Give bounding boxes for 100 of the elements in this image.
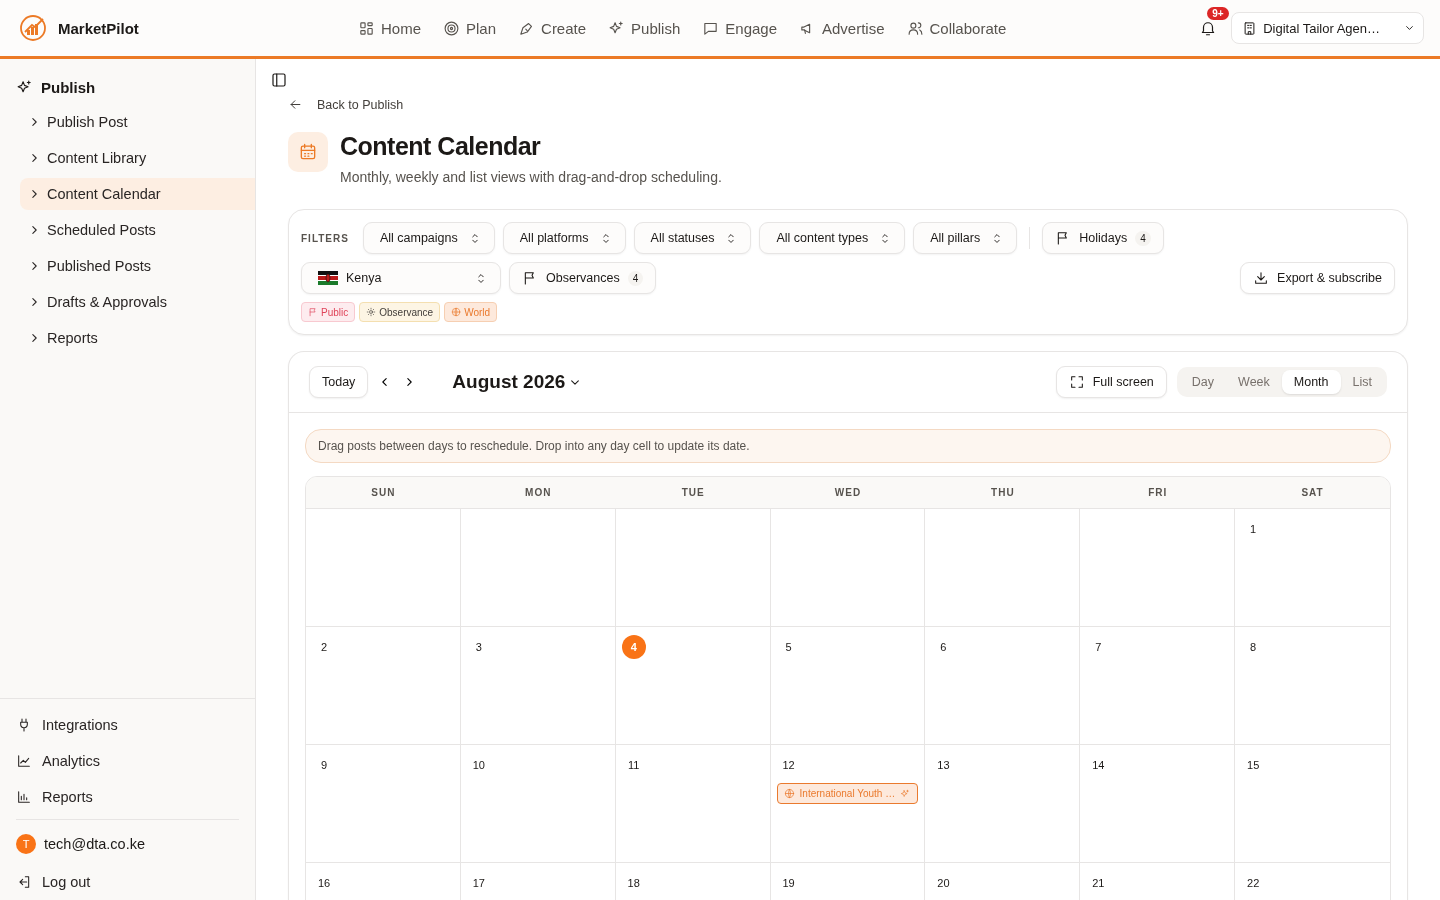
day-cell[interactable]: 16 [306,863,461,900]
globe-icon [783,788,795,799]
legend-tag: World [444,302,498,322]
notification-badge: 9+ [1207,7,1229,20]
sidebar-item[interactable]: Analytics [16,743,239,779]
workspace-selector[interactable]: Digital Tailor Agen… [1231,12,1424,44]
day-cell[interactable]: 9 [306,745,461,863]
day-cell[interactable]: 21 [1080,863,1236,900]
sidebar-item[interactable]: Reports [16,779,239,815]
day-number: 8 [1249,640,1258,655]
country-select[interactable]: Kenya [301,262,501,294]
day-cell[interactable]: 19 [770,863,926,900]
day-cell[interactable] [770,509,926,627]
arrow-left-icon [288,97,303,112]
filter-select[interactable]: All content types [759,222,906,254]
users-icon [906,19,924,37]
info-banner: Drag posts between days to reschedule. Drop into any day cell to update its date. [305,429,1391,463]
filter-select[interactable]: All pillars [913,222,1018,254]
day-number: 22 [1246,876,1261,891]
day-cell[interactable]: 18 [615,863,771,900]
day-number: 14 [1091,758,1106,773]
view-tab[interactable]: Month [1281,370,1341,394]
day-cell[interactable]: 20 [925,863,1081,900]
holidays-toggle[interactable]: Holidays 4 [1042,222,1164,254]
sidebar-item[interactable]: Content Library [20,142,255,174]
view-tab[interactable]: List [1340,370,1384,394]
section-title: Publish [41,79,96,96]
nav-link[interactable]: Create [518,19,587,37]
sidebar-item[interactable]: Publish Post [20,106,255,138]
sparkle-icon [900,788,911,799]
nav-link[interactable]: Engage [702,19,777,37]
user-email: tech@dta.co.ke [44,836,145,852]
filter-select[interactable]: All platforms [502,222,626,254]
month-picker[interactable]: August 2026 [446,370,586,394]
day-cell[interactable]: 12 International Youth … [770,745,926,863]
day-cell[interactable]: 14 [1080,745,1236,863]
day-number: 12 [781,758,796,773]
day-cell[interactable]: 6 [925,627,1081,745]
chevron-right-icon [407,378,413,386]
weekday-header: SUN [370,486,397,500]
fullscreen-button[interactable]: Full screen [1055,366,1167,398]
day-cell[interactable]: 8 [1235,627,1390,745]
day-cell[interactable] [925,509,1081,627]
chevron-right-icon [32,334,37,342]
sidebar-item[interactable]: Drafts & Approvals [20,286,255,318]
count-badge: 4 [627,270,644,286]
view-tab[interactable]: Day [1179,370,1227,394]
nav-link[interactable]: Home [358,19,421,37]
sidebar-toggle-icon[interactable] [270,71,288,89]
day-number: 1 [1249,522,1258,537]
day-cell[interactable]: 1 [1235,509,1390,627]
day-cell[interactable]: 11 [615,745,771,863]
day-cell[interactable]: 10 [460,745,616,863]
globe-icon [451,307,462,317]
filter-select[interactable]: All campaigns [362,222,495,254]
nav-link[interactable]: Advertise [799,19,885,37]
flag-icon [308,307,318,317]
day-number: 10 [471,758,486,773]
day-number: 6 [939,640,948,655]
day-number: 19 [781,876,796,891]
chevron-down-icon [571,379,580,385]
logout-button[interactable]: Log out [16,864,239,900]
avatar: T [16,834,36,854]
day-cell[interactable]: 5 [770,627,926,745]
nav-link[interactable]: Collaborate [906,19,1007,37]
day-cell[interactable] [460,509,616,627]
day-cell[interactable]: 2 [306,627,461,745]
up-down-icon [728,233,735,243]
day-cell[interactable]: 22 [1235,863,1390,900]
chevron-right-icon [32,118,37,126]
day-cell[interactable]: 13 [925,745,1081,863]
day-cell[interactable]: 17 [460,863,616,900]
sidebar-item[interactable]: Reports [20,322,255,354]
sidebar-item[interactable]: Published Posts [20,250,255,282]
count-badge: 4 [1135,230,1151,246]
export-button[interactable]: Export & subscribe [1240,262,1395,294]
weekday-header: SAT [1300,486,1325,500]
day-number: 4 [621,635,646,659]
chevron-down-icon [1406,26,1413,30]
day-cell[interactable] [1080,509,1236,627]
weekday-header: TUE [680,486,706,500]
day-number: 17 [471,876,486,891]
bar-chart-icon [16,789,32,805]
day-cell[interactable]: 3 [460,627,616,745]
nav-link[interactable]: Publish [608,19,681,37]
day-cell[interactable] [306,509,461,627]
sidebar-item[interactable]: Integrations [16,707,239,743]
today-button[interactable]: Today [309,366,369,398]
back-link[interactable]: Back to Publish [288,97,1408,112]
sidebar-item[interactable]: Scheduled Posts [20,214,255,246]
day-number: 11 [627,758,641,773]
sidebar-item[interactable]: Content Calendar [20,178,255,210]
observances-toggle[interactable]: Observances 4 [509,262,657,294]
day-cell[interactable] [615,509,771,627]
page-title: Content Calendar [340,132,542,161]
day-cell[interactable]: 15 [1235,745,1390,863]
view-tab[interactable]: Week [1226,370,1282,394]
nav-link[interactable]: Plan [443,19,497,37]
day-cell[interactable]: 7 [1080,627,1236,745]
filter-select[interactable]: All statuses [633,222,752,254]
